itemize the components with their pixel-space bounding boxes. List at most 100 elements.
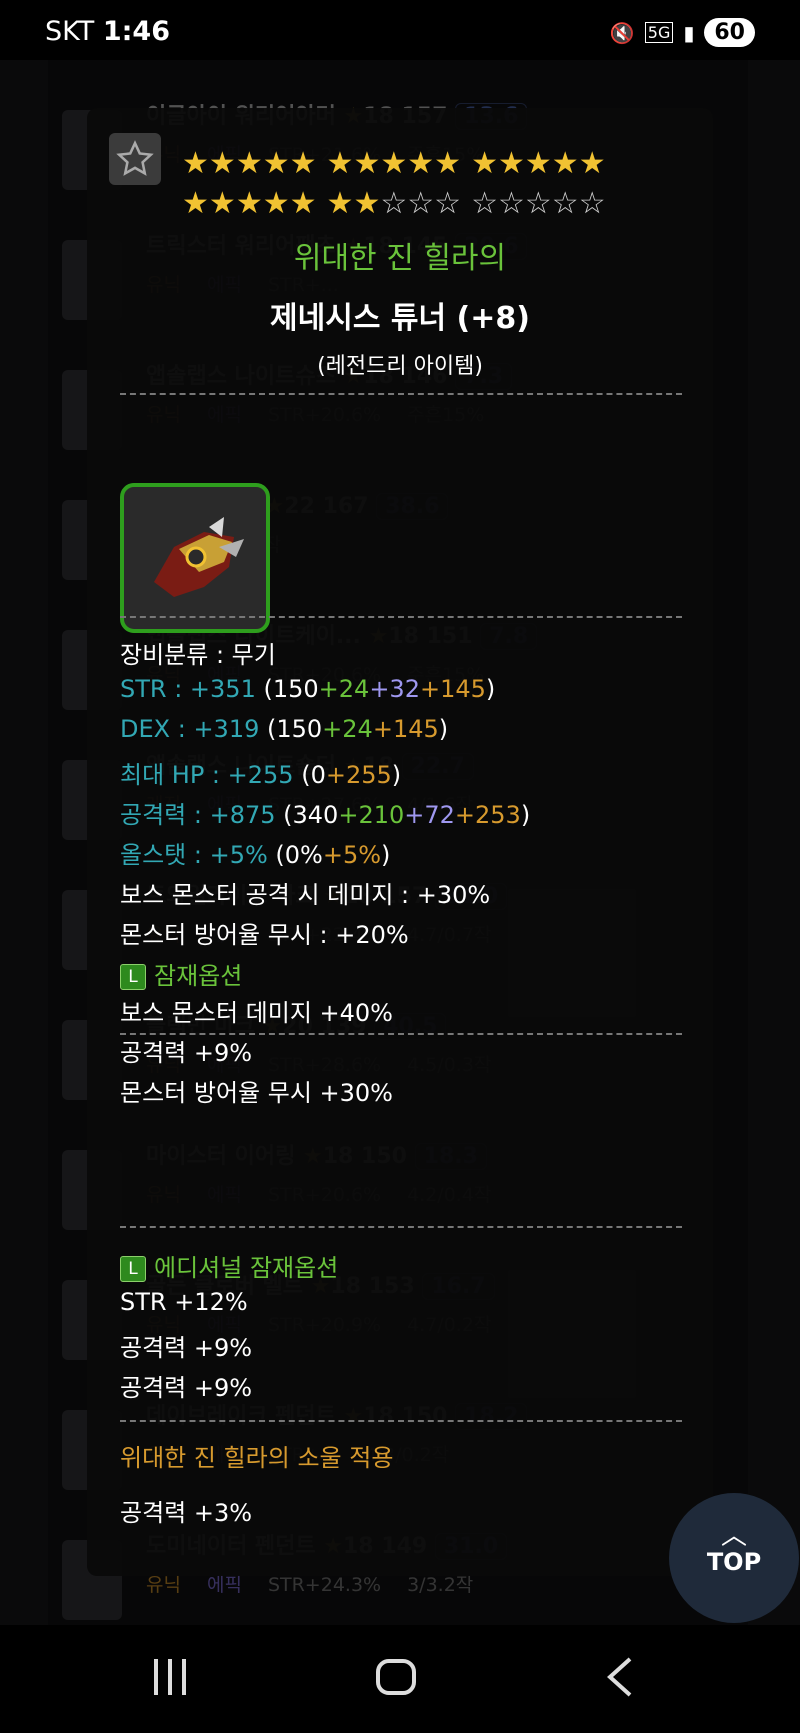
additional-potential-line: 공격력 +9% xyxy=(120,1334,253,1362)
stat-paren: ) xyxy=(381,841,391,869)
star-force-icon: ★ xyxy=(182,146,209,181)
star-force-icon: ☆ xyxy=(380,186,408,221)
stat-enhance: +32 xyxy=(369,675,420,703)
recent-apps-button[interactable] xyxy=(150,1655,190,1703)
stat-hp: 최대 HP : +255 (0+255) xyxy=(120,755,401,790)
soul-title: 위대한 진 힐라의 xyxy=(293,241,507,276)
star-force-icon: ★ xyxy=(380,146,408,181)
star-force-icon: ★ xyxy=(289,146,317,181)
stat-paren: ( xyxy=(275,801,293,829)
item-image-frame xyxy=(120,483,270,633)
stat-paren: ( xyxy=(293,761,311,789)
home-icon xyxy=(376,1659,416,1695)
star-force-icon: ★ xyxy=(208,186,236,221)
stat-attack: 공격력 : +875 (340+210+72+253) xyxy=(120,795,530,830)
additional-potential-title: 에디셔널 잠재옵션 xyxy=(154,1254,339,1282)
equip-category: 장비분류 : 무기 xyxy=(120,641,276,669)
stat-starforce: +145 xyxy=(372,715,439,743)
back-button[interactable] xyxy=(600,1655,640,1703)
star-force-icon: ★ xyxy=(471,146,498,181)
clock: 1:46 xyxy=(102,16,171,47)
star-force-icon: ★ xyxy=(262,146,290,181)
status-carrier: SKT 1:46 xyxy=(45,16,170,47)
stat-base: 340 xyxy=(292,801,339,829)
scroll-top-button[interactable]: ︿ TOP xyxy=(669,1493,799,1623)
item-tooltip: ★★★★★ ★★★★★ ★★★★★ ★★★★★ ★★☆☆☆ ☆☆☆☆☆ 위대한 진 힐라… xyxy=(87,108,713,1576)
stat-paren: ) xyxy=(485,675,496,703)
status-icons: 🔇 5G ▮ 60 xyxy=(610,18,755,47)
stat-starforce: +145 xyxy=(419,675,486,703)
legendary-badge: L xyxy=(120,1256,146,1282)
stat-label: 공격력 : xyxy=(120,801,210,829)
stat-total: +5% xyxy=(209,841,268,869)
star-force-icon: ★ xyxy=(182,186,209,221)
stat-dex: DEX : +319 (150+24+145) xyxy=(120,715,448,743)
stat-base: 0% xyxy=(284,841,323,869)
divider xyxy=(120,393,682,395)
stat-boss-damage: 보스 몬스터 공격 시 데미지 : +30% xyxy=(120,881,491,909)
star-force-icon: ★ xyxy=(407,146,435,181)
stat-bonus: +210 xyxy=(338,801,405,829)
stat-ignore-defense: 몬스터 방어율 무시 : +20% xyxy=(120,921,409,949)
stat-paren: ) xyxy=(520,801,531,829)
item-glove-icon xyxy=(154,517,244,597)
potential-line: 공격력 +9% xyxy=(120,1039,253,1067)
network-label: 5G xyxy=(644,22,674,43)
home-button[interactable] xyxy=(374,1655,418,1703)
star-outline-icon xyxy=(116,140,154,176)
star-force-icon: ★ xyxy=(289,186,317,221)
favorite-button[interactable] xyxy=(109,133,161,185)
potential-line: 보스 몬스터 데미지 +40% xyxy=(120,999,393,1027)
star-force-row-2: ★★★★★ ★★☆☆☆ ☆☆☆☆☆ xyxy=(182,188,712,220)
battery-indicator: 60 xyxy=(704,18,755,47)
stat-starforce: +255 xyxy=(325,761,392,789)
star-force-icon: ★ xyxy=(551,146,579,181)
star-force-icon: ★ xyxy=(326,186,354,221)
mute-icon: 🔇 xyxy=(609,20,635,45)
stat-bonus: +24 xyxy=(318,675,370,703)
top-label: TOP xyxy=(706,1548,762,1576)
star-force-icon: ★ xyxy=(235,186,263,221)
star-force-icon: ★ xyxy=(353,186,381,221)
star-force-icon: ★ xyxy=(524,146,552,181)
stat-starforce: +253 xyxy=(454,801,521,829)
stat-label: STR : xyxy=(120,675,190,703)
stat-label: 최대 HP : xyxy=(120,761,228,789)
item-grade: (레전드리 아이템) xyxy=(317,354,483,379)
soul-applied: 위대한 진 힐라의 소울 적용 xyxy=(120,1444,394,1472)
divider xyxy=(120,1226,682,1228)
stat-label: DEX : xyxy=(120,715,194,743)
stat-base: 0 xyxy=(310,761,326,789)
star-force-icon: ☆ xyxy=(434,186,462,221)
carrier-label: SKT xyxy=(45,16,95,47)
stat-base: 150 xyxy=(276,715,323,743)
potential-line: 몬스터 방어율 무시 +30% xyxy=(120,1079,393,1107)
stat-bonus: +24 xyxy=(322,715,373,743)
additional-potential-line: 공격력 +9% xyxy=(120,1374,253,1402)
star-force-icon: ☆ xyxy=(578,186,606,221)
stat-paren: ) xyxy=(391,761,402,789)
stat-starforce: +5% xyxy=(322,841,382,869)
star-force-icon: ☆ xyxy=(407,186,435,221)
star-force-icon: ★ xyxy=(578,146,606,181)
star-force-icon: ☆ xyxy=(551,186,579,221)
recent-apps-icon xyxy=(154,1659,186,1695)
divider xyxy=(120,1420,682,1422)
potential-title: 잠재옵션 xyxy=(154,962,243,990)
soul-effect: 공격력 +3% xyxy=(120,1499,253,1527)
additional-potential-header: L 에디셔널 잠재옵션 xyxy=(120,1248,338,1283)
divider xyxy=(120,616,682,618)
legendary-badge: L xyxy=(120,964,146,990)
star-force-icon: ★ xyxy=(208,146,236,181)
star-force-row-1: ★★★★★ ★★★★★ ★★★★★ xyxy=(182,148,712,180)
potential-header: L 잠재옵션 xyxy=(120,956,242,991)
stat-str: STR : +351 (150+24+32+145) xyxy=(120,675,495,703)
stat-paren: ( xyxy=(255,675,273,703)
star-force-icon: ★ xyxy=(262,186,290,221)
star-force-icon: ★ xyxy=(235,146,263,181)
signal-icon: ▮ xyxy=(683,20,695,45)
stat-total: +875 xyxy=(209,801,276,829)
chevron-up-icon: ︿ xyxy=(720,1521,747,1551)
stat-label: 올스탯 : xyxy=(120,841,210,869)
item-name: 제네시스 튜너 (+8) xyxy=(270,301,530,336)
